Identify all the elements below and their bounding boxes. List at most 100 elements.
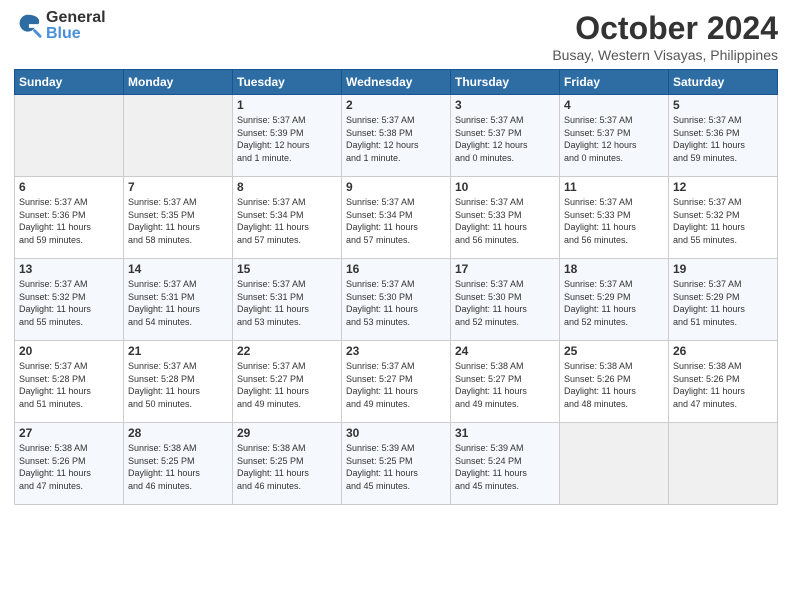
day-number: 30 [346, 426, 446, 440]
day-number: 27 [19, 426, 119, 440]
day-cell: 4Sunrise: 5:37 AM Sunset: 5:37 PM Daylig… [560, 95, 669, 177]
day-info: Sunrise: 5:39 AM Sunset: 5:24 PM Dayligh… [455, 442, 555, 492]
day-cell [669, 423, 778, 505]
day-number: 7 [128, 180, 228, 194]
day-cell [124, 95, 233, 177]
day-info: Sunrise: 5:37 AM Sunset: 5:36 PM Dayligh… [673, 114, 773, 164]
week-row-2: 6 Sunrise: 5:37 AM Sunset: 5:36 PM Daylig… [15, 177, 778, 259]
day-cell: 12 Sunrise: 5:37 AM Sunset: 5:32 PM Dayli… [669, 177, 778, 259]
day-number: 6 [19, 180, 119, 194]
day-cell: 28 Sunrise: 5:38 AM Sunset: 5:25 PM Dayli… [124, 423, 233, 505]
day-number: 28 [128, 426, 228, 440]
day-info: Sunrise: 5:38 AM Sunset: 5:27 PM Dayligh… [455, 360, 555, 410]
day-cell: 23 Sunrise: 5:37 AM Sunset: 5:27 PM Dayli… [342, 341, 451, 423]
day-info: Sunrise: 5:37 AM Sunset: 5:34 PM Dayligh… [346, 196, 446, 246]
day-cell: 5Sunrise: 5:37 AM Sunset: 5:36 PM Daylig… [669, 95, 778, 177]
day-cell: 21Sunrise: 5:37 AM Sunset: 5:28 PM Dayli… [124, 341, 233, 423]
day-number: 8 [237, 180, 337, 194]
day-cell: 8 Sunrise: 5:37 AM Sunset: 5:34 PM Daylig… [233, 177, 342, 259]
day-number: 29 [237, 426, 337, 440]
day-info: Sunrise: 5:37 AM Sunset: 5:28 PM Dayligh… [128, 360, 228, 410]
day-cell: 22 Sunrise: 5:37 AM Sunset: 5:27 PM Dayli… [233, 341, 342, 423]
day-info: Sunrise: 5:37 AM Sunset: 5:36 PM Dayligh… [19, 196, 119, 246]
day-number: 25 [564, 344, 664, 358]
day-cell [560, 423, 669, 505]
day-cell: 2 Sunrise: 5:37 AM Sunset: 5:38 PM Daylig… [342, 95, 451, 177]
day-info: Sunrise: 5:37 AM Sunset: 5:30 PM Dayligh… [346, 278, 446, 328]
day-number: 3 [455, 98, 555, 112]
week-row-5: 27 Sunrise: 5:38 AM Sunset: 5:26 PM Dayli… [15, 423, 778, 505]
day-number: 18 [564, 262, 664, 276]
day-cell: 11Sunrise: 5:37 AM Sunset: 5:33 PM Dayli… [560, 177, 669, 259]
col-wednesday: Wednesday [342, 70, 451, 95]
day-number: 10 [455, 180, 555, 194]
day-cell: 3 Sunrise: 5:37 AM Sunset: 5:37 PM Daylig… [451, 95, 560, 177]
day-info: Sunrise: 5:37 AM Sunset: 5:39 PM Dayligh… [237, 114, 337, 164]
col-monday: Monday [124, 70, 233, 95]
header: General Blue October 2024 Busay, Western… [14, 10, 778, 63]
day-number: 9 [346, 180, 446, 194]
logo-blue-text: Blue [46, 26, 106, 42]
day-info: Sunrise: 5:37 AM Sunset: 5:30 PM Dayligh… [455, 278, 555, 328]
day-number: 1 [237, 98, 337, 112]
day-cell [15, 95, 124, 177]
day-info: Sunrise: 5:37 AM Sunset: 5:37 PM Dayligh… [564, 114, 664, 164]
day-info: Sunrise: 5:37 AM Sunset: 5:27 PM Dayligh… [346, 360, 446, 410]
day-number: 14 [128, 262, 228, 276]
day-info: Sunrise: 5:37 AM Sunset: 5:29 PM Dayligh… [564, 278, 664, 328]
week-row-4: 20 Sunrise: 5:37 AM Sunset: 5:28 PM Dayli… [15, 341, 778, 423]
day-info: Sunrise: 5:37 AM Sunset: 5:32 PM Dayligh… [673, 196, 773, 246]
col-saturday: Saturday [669, 70, 778, 95]
day-cell: 29 Sunrise: 5:38 AM Sunset: 5:25 PM Dayli… [233, 423, 342, 505]
day-number: 22 [237, 344, 337, 358]
day-number: 23 [346, 344, 446, 358]
day-cell: 27 Sunrise: 5:38 AM Sunset: 5:26 PM Dayli… [15, 423, 124, 505]
day-info: Sunrise: 5:37 AM Sunset: 5:31 PM Dayligh… [237, 278, 337, 328]
day-cell: 16Sunrise: 5:37 AM Sunset: 5:30 PM Dayli… [342, 259, 451, 341]
day-cell: 7 Sunrise: 5:37 AM Sunset: 5:35 PM Daylig… [124, 177, 233, 259]
day-info: Sunrise: 5:39 AM Sunset: 5:25 PM Dayligh… [346, 442, 446, 492]
day-info: Sunrise: 5:37 AM Sunset: 5:34 PM Dayligh… [237, 196, 337, 246]
logo-general-text: General [46, 10, 106, 26]
day-number: 15 [237, 262, 337, 276]
calendar-table: Sunday Monday Tuesday Wednesday Thursday… [14, 69, 778, 505]
col-sunday: Sunday [15, 70, 124, 95]
day-info: Sunrise: 5:37 AM Sunset: 5:31 PM Dayligh… [128, 278, 228, 328]
day-number: 13 [19, 262, 119, 276]
day-info: Sunrise: 5:38 AM Sunset: 5:26 PM Dayligh… [19, 442, 119, 492]
day-cell: 15 Sunrise: 5:37 AM Sunset: 5:31 PM Dayli… [233, 259, 342, 341]
day-info: Sunrise: 5:38 AM Sunset: 5:25 PM Dayligh… [237, 442, 337, 492]
day-cell: 20Sunrise: 5:37 AM Sunset: 5:28 PM Dayli… [15, 341, 124, 423]
day-info: Sunrise: 5:37 AM Sunset: 5:32 PM Dayligh… [19, 278, 119, 328]
day-number: 20 [19, 344, 119, 358]
day-number: 12 [673, 180, 773, 194]
day-info: Sunrise: 5:37 AM Sunset: 5:38 PM Dayligh… [346, 114, 446, 164]
header-row: Sunday Monday Tuesday Wednesday Thursday… [15, 70, 778, 95]
week-row-1: 1 Sunrise: 5:37 AM Sunset: 5:39 PM Daylig… [15, 95, 778, 177]
day-cell: 1 Sunrise: 5:37 AM Sunset: 5:39 PM Daylig… [233, 95, 342, 177]
day-cell: 18 Sunrise: 5:37 AM Sunset: 5:29 PM Dayli… [560, 259, 669, 341]
day-cell: 25 Sunrise: 5:38 AM Sunset: 5:26 PM Dayli… [560, 341, 669, 423]
location: Busay, Western Visayas, Philippines [552, 47, 778, 63]
day-cell: 17Sunrise: 5:37 AM Sunset: 5:30 PM Dayli… [451, 259, 560, 341]
day-number: 2 [346, 98, 446, 112]
day-cell: 14 Sunrise: 5:37 AM Sunset: 5:31 PM Dayli… [124, 259, 233, 341]
day-cell: 26 Sunrise: 5:38 AM Sunset: 5:26 PM Dayli… [669, 341, 778, 423]
day-number: 19 [673, 262, 773, 276]
day-info: Sunrise: 5:37 AM Sunset: 5:27 PM Dayligh… [237, 360, 337, 410]
day-cell: 9 Sunrise: 5:37 AM Sunset: 5:34 PM Daylig… [342, 177, 451, 259]
day-info: Sunrise: 5:38 AM Sunset: 5:25 PM Dayligh… [128, 442, 228, 492]
logo: General Blue [14, 10, 106, 42]
day-info: Sunrise: 5:37 AM Sunset: 5:37 PM Dayligh… [455, 114, 555, 164]
day-number: 31 [455, 426, 555, 440]
day-number: 26 [673, 344, 773, 358]
day-info: Sunrise: 5:37 AM Sunset: 5:35 PM Dayligh… [128, 196, 228, 246]
col-tuesday: Tuesday [233, 70, 342, 95]
day-number: 11 [564, 180, 664, 194]
month-title: October 2024 [552, 10, 778, 47]
week-row-3: 13 Sunrise: 5:37 AM Sunset: 5:32 PM Dayli… [15, 259, 778, 341]
day-info: Sunrise: 5:38 AM Sunset: 5:26 PM Dayligh… [673, 360, 773, 410]
day-info: Sunrise: 5:38 AM Sunset: 5:26 PM Dayligh… [564, 360, 664, 410]
day-cell: 30 Sunrise: 5:39 AM Sunset: 5:25 PM Dayli… [342, 423, 451, 505]
day-cell: 19Sunrise: 5:37 AM Sunset: 5:29 PM Dayli… [669, 259, 778, 341]
